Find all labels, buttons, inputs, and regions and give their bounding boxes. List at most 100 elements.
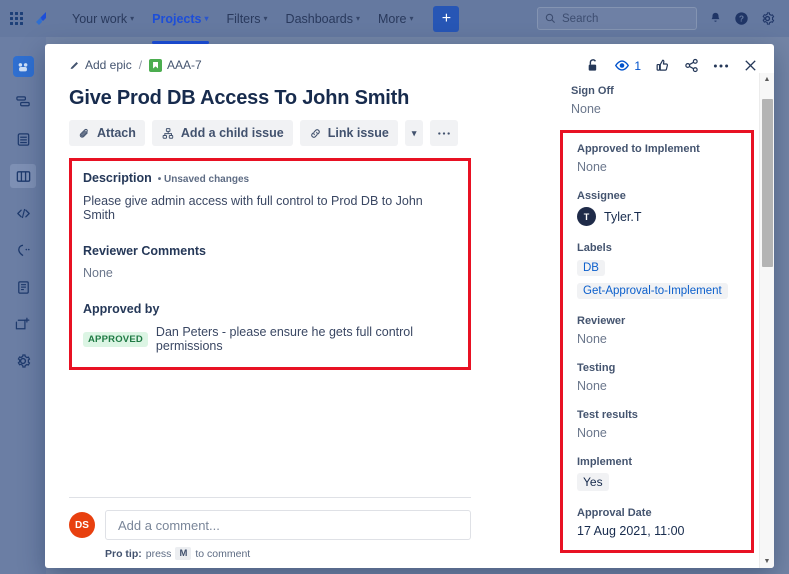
field-label: Implement — [577, 456, 633, 468]
nav-item-filters[interactable]: Filters ▾ — [219, 3, 276, 35]
chevron-down-icon: ▾ — [409, 14, 414, 23]
comment-placeholder: Add a comment... — [118, 517, 220, 533]
nav-menu: Your work ▾ Projects ▾ Filters ▾ Dashboa… — [64, 3, 460, 44]
comment-area: DS Add a comment... Pro tip: press M to … — [69, 497, 471, 568]
board-icon — [16, 170, 30, 182]
attach-button[interactable]: Attach — [69, 120, 145, 146]
field-value[interactable]: Yes — [577, 473, 609, 491]
share-icon[interactable] — [684, 58, 699, 73]
protip-suffix: to comment — [195, 547, 251, 560]
scrollbar-thumb[interactable] — [762, 99, 773, 267]
comment-input[interactable]: Add a comment... — [105, 510, 471, 540]
scroll-down-icon[interactable]: ▼ — [764, 555, 771, 568]
search-input[interactable]: Search — [537, 7, 697, 30]
pages-icon — [17, 280, 29, 294]
field-approved-to-implement: Approved to Implement None — [563, 143, 751, 174]
assignee-value[interactable]: T Tyler.T — [577, 207, 737, 226]
reviewer-comments-value[interactable]: None — [83, 266, 457, 280]
field-testing: Testing None — [563, 362, 751, 393]
reviewer-comments-heading: Reviewer Comments — [83, 244, 206, 258]
search-placeholder: Search — [562, 12, 599, 25]
toolbar-more-button[interactable] — [430, 120, 459, 146]
gear-icon[interactable] — [760, 11, 775, 26]
sidebar-item-releases[interactable] — [10, 238, 36, 262]
nav-item-projects[interactable]: Projects ▾ — [144, 3, 216, 44]
comment-divider — [69, 497, 471, 498]
issue-action-toolbar: Attach Add a child issue Link issue ▾ — [69, 120, 471, 146]
nav-right-group: Search ? — [537, 7, 779, 30]
breadcrumb-add-epic-label: Add epic — [85, 58, 132, 72]
chevron-down-icon: ▾ — [263, 14, 268, 23]
description-heading: Description — [83, 171, 152, 185]
thumbs-up-icon[interactable] — [655, 58, 670, 73]
jira-logo-icon[interactable] — [32, 10, 50, 28]
field-implement: Implement Yes — [563, 456, 751, 491]
chevron-down-icon: ▾ — [355, 14, 360, 23]
nav-item-label: Filters — [226, 11, 261, 26]
label-chip[interactable]: DB — [577, 260, 605, 276]
field-label: Approved to Implement — [577, 143, 700, 155]
field-label: Labels — [577, 242, 612, 254]
attach-icon — [79, 128, 88, 138]
sidebar-item-roadmap[interactable] — [10, 90, 36, 114]
breadcrumb-issue-key-label: AAA-7 — [167, 58, 202, 72]
watch-button[interactable]: 1 — [614, 58, 641, 73]
status-badge: APPROVED — [83, 331, 148, 347]
labels-value[interactable]: DB Get-Approval-to-Implement — [577, 260, 737, 299]
nav-item-your-work[interactable]: Your work ▾ — [64, 3, 142, 35]
field-value[interactable]: None — [571, 102, 743, 116]
chevron-down-icon: ▾ — [130, 14, 135, 23]
more-options-icon[interactable] — [713, 63, 729, 69]
field-test-results: Test results None — [563, 409, 751, 440]
sidebar-item-project-settings[interactable] — [10, 349, 36, 373]
app-switcher-icon[interactable] — [10, 12, 23, 25]
field-label: Reviewer — [577, 315, 626, 327]
nav-item-label: More — [377, 11, 407, 26]
sidebar-item-code[interactable] — [10, 201, 36, 225]
sidebar-item-add-item[interactable] — [10, 312, 36, 336]
bell-icon[interactable] — [708, 11, 723, 26]
toolbar-dropdown-button[interactable]: ▾ — [404, 120, 424, 146]
field-value[interactable]: None — [577, 379, 737, 393]
field-value[interactable]: 17 Aug 2021, 11:00 — [577, 524, 737, 538]
modal-header: Add epic / AAA-7 1 — [45, 44, 774, 73]
sidebar-item-pages[interactable] — [10, 275, 36, 299]
add-child-issue-label: Add a child issue — [180, 126, 284, 140]
field-label: Approval Date — [577, 507, 652, 519]
nav-item-dashboards[interactable]: Dashboards ▾ — [278, 3, 368, 35]
add-child-issue-button[interactable]: Add a child issue — [151, 120, 293, 146]
label-chip[interactable]: Get-Approval-to-Implement — [577, 283, 728, 299]
more-options-icon — [438, 131, 451, 135]
field-value[interactable]: None — [577, 332, 737, 346]
sidebar-item-board[interactable] — [10, 164, 36, 188]
screen: Your work ▾ Projects ▾ Filters ▾ Dashboa… — [0, 0, 789, 574]
field-label: Test results — [577, 409, 638, 421]
roadmap-icon — [15, 95, 30, 106]
unlock-icon[interactable] — [586, 58, 600, 73]
issue-title: Give Prod DB Access To John Smith — [69, 87, 410, 109]
create-button[interactable]: + — [433, 5, 460, 32]
details-highlight-box: Approved to Implement None Assignee T Ty… — [560, 130, 754, 553]
field-value[interactable]: None — [577, 426, 737, 440]
link-issue-button[interactable]: Link issue — [299, 120, 398, 146]
field-labels: Labels DB Get-Approval-to-Implement — [563, 242, 751, 299]
description-body[interactable]: Please give admin access with full contr… — [83, 194, 457, 222]
project-avatar-icon — [18, 62, 28, 71]
protip: Pro tip: press M to comment — [105, 547, 471, 560]
breadcrumb-add-epic[interactable]: Add epic — [69, 58, 132, 72]
details-scrollbar[interactable]: ▲ ▼ — [759, 73, 774, 568]
protip-key: M — [175, 547, 192, 560]
sidebar-item-project-avatar[interactable] — [12, 56, 34, 77]
help-icon[interactable]: ? — [734, 11, 749, 26]
nav-item-more[interactable]: More ▾ — [370, 3, 422, 35]
sidebar-item-backlog[interactable] — [10, 127, 36, 151]
field-value[interactable]: None — [577, 160, 737, 174]
svg-text:?: ? — [739, 14, 744, 24]
scroll-up-icon[interactable]: ▲ — [764, 73, 771, 86]
issue-details-column: Sign Off None Approved to Implement None… — [557, 73, 757, 568]
modal-body: Give Prod DB Access To John Smith Attach — [45, 73, 774, 568]
avatar[interactable]: DS — [69, 512, 95, 538]
releases-icon — [17, 244, 30, 256]
breadcrumb-issue-key[interactable]: AAA-7 — [149, 58, 202, 72]
close-icon[interactable] — [743, 58, 758, 73]
